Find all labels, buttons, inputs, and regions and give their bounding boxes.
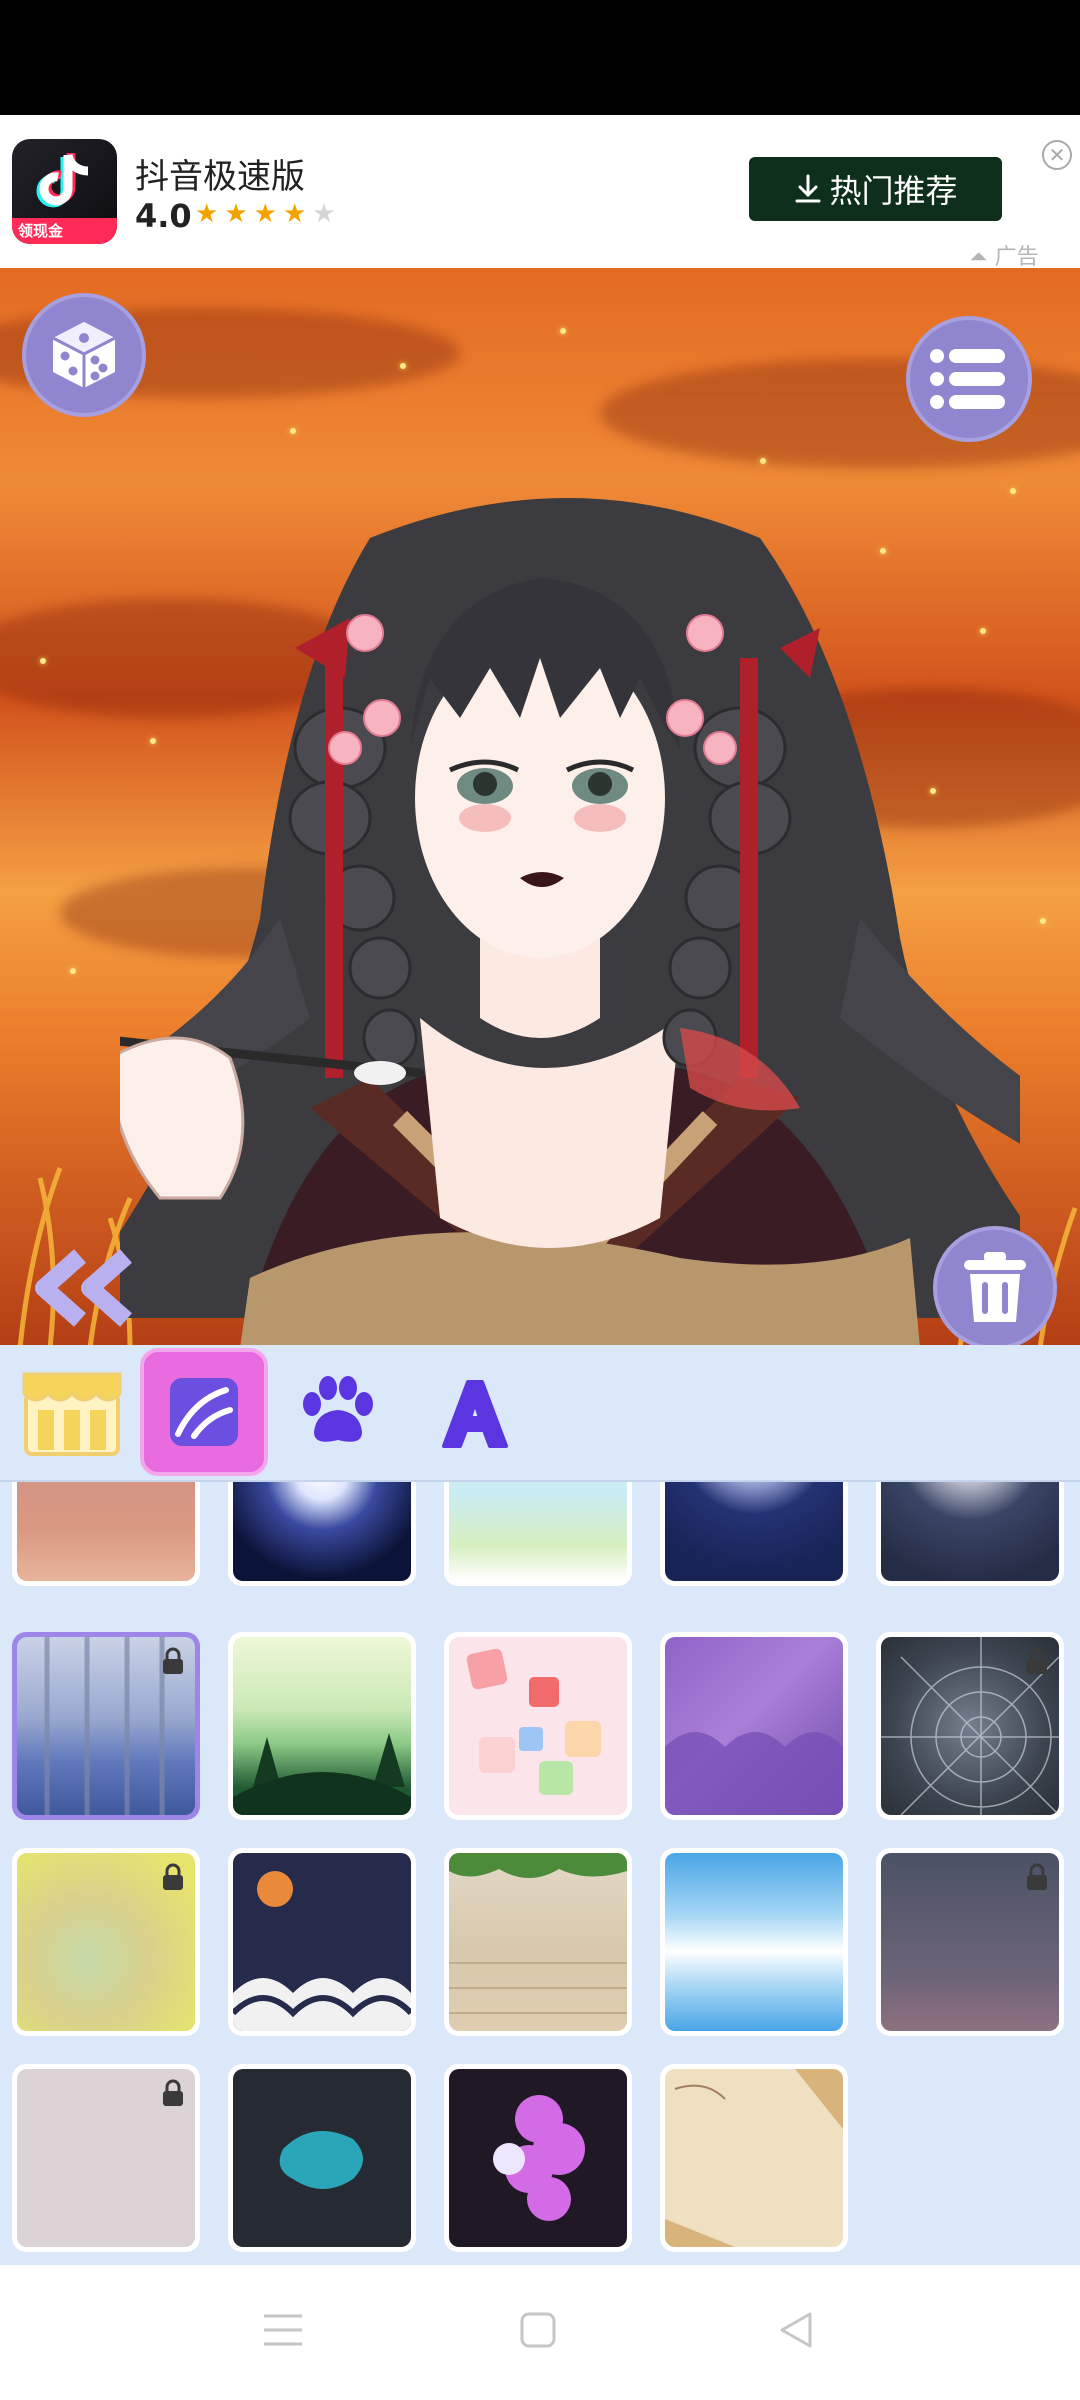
tab-background[interactable] xyxy=(144,1352,264,1472)
background-thumb-soft-pattern[interactable] xyxy=(12,2064,200,2252)
background-thumb-folding-fans[interactable] xyxy=(660,2064,848,2252)
waves-pattern xyxy=(233,1871,411,2031)
cloud-shapes xyxy=(665,1732,843,1815)
status-bar xyxy=(0,0,1080,115)
background-landscape-icon xyxy=(170,1378,238,1446)
background-grid xyxy=(0,1480,1080,2265)
sparkle xyxy=(400,363,406,369)
star-icon: ★ xyxy=(253,199,283,229)
download-icon xyxy=(795,174,821,203)
background-thumb-moon-snow[interactable] xyxy=(876,1482,1064,1586)
background-thumb-starry-dusk[interactable] xyxy=(876,1848,1064,2036)
app-icon-badge: 领现金 xyxy=(18,222,64,240)
background-thumb-full-moon-night[interactable] xyxy=(228,1482,416,1586)
star-icon: ★ xyxy=(224,199,254,229)
pine-trees xyxy=(233,1733,411,1815)
character-preview xyxy=(0,268,1080,1345)
rating-stars: ★★★★★ xyxy=(195,199,342,229)
ad-cta-label: 热门推荐 xyxy=(829,172,958,210)
star-icon: ★ xyxy=(195,199,225,229)
background-thumb-bubble-pink[interactable] xyxy=(444,2064,632,2252)
tab-text[interactable] xyxy=(414,1352,534,1472)
lock-icon xyxy=(1027,1647,1047,1674)
sparkle xyxy=(1040,918,1046,924)
background-thumb-lotus-pond[interactable] xyxy=(444,1482,632,1586)
patch-pattern xyxy=(466,1648,601,1795)
background-thumb-ivy-wall[interactable] xyxy=(444,1848,632,2036)
background-thumb-moon-over-clouds[interactable] xyxy=(660,1482,848,1586)
sparkle xyxy=(40,658,46,664)
lock-icon xyxy=(1027,1863,1047,1890)
tab-shop[interactable] xyxy=(12,1352,132,1472)
star-icon: ★ xyxy=(282,199,313,229)
background-thumb-green-hills[interactable] xyxy=(228,1632,416,1820)
random-dice-button[interactable] xyxy=(22,293,146,417)
letter-a-icon xyxy=(442,1380,508,1448)
splash-shape xyxy=(279,2131,363,2189)
lock-icon xyxy=(163,1863,183,1890)
ivy-leaves xyxy=(449,1853,627,2014)
ad-label: ⏶ 广告 xyxy=(970,245,1039,270)
fans-pattern xyxy=(665,2069,843,2247)
tab-pets[interactable] xyxy=(278,1352,398,1472)
list-icon xyxy=(930,349,1005,409)
lock-icon xyxy=(163,1647,183,1674)
background-thumb-night-waves[interactable] xyxy=(228,1848,416,2036)
star-empty-icon: ★ xyxy=(312,199,342,229)
back-icon[interactable] xyxy=(776,2310,816,2350)
menu-list-button[interactable] xyxy=(906,316,1032,442)
ad-rating-value: 4.0 xyxy=(135,197,192,235)
home-icon[interactable] xyxy=(518,2310,558,2350)
sparkle xyxy=(70,968,76,974)
trash-icon xyxy=(964,1252,1026,1322)
background-thumb-dusk-sky[interactable] xyxy=(12,1482,200,1586)
dice-icon xyxy=(52,322,116,388)
background-thumb-bamboo-grove[interactable] xyxy=(12,1632,200,1820)
menu-icon[interactable] xyxy=(260,2310,306,2350)
category-tabs xyxy=(0,1345,1080,1480)
delete-button[interactable] xyxy=(933,1226,1057,1345)
background-thumb-sky-reflection[interactable] xyxy=(660,1848,848,2036)
ad-banner[interactable]: 领现金 抖音极速版 4.0 ★★★★★ 热门推荐 ✕ ⏶ 广告 xyxy=(0,115,1080,270)
collapse-button[interactable] xyxy=(30,1248,140,1332)
sparkle xyxy=(560,328,566,334)
background-thumb-ink-splash[interactable] xyxy=(228,2064,416,2252)
background-thumb-golden-mist[interactable] xyxy=(12,1848,200,2036)
ad-tag-text: 广告 xyxy=(994,245,1039,270)
lock-icon xyxy=(163,2079,183,2106)
storefront-icon xyxy=(22,1372,122,1456)
app-logo-icon[interactable]: 领现金 xyxy=(12,139,117,244)
bubbles-shape xyxy=(493,2095,585,2221)
tiktok-note-icon xyxy=(36,153,89,208)
double-chevron-left-icon xyxy=(35,1249,132,1327)
ad-app-name[interactable]: 抖音极速版 xyxy=(135,149,305,198)
system-navigation-bar xyxy=(0,2265,1080,2400)
close-ad-icon[interactable]: ✕ xyxy=(1042,140,1072,170)
background-thumb-purple-clouds[interactable] xyxy=(660,1632,848,1820)
character-illustration xyxy=(120,498,1020,1345)
background-thumb-spider-web[interactable] xyxy=(876,1632,1064,1820)
background-thumb-fabric-patches[interactable] xyxy=(444,1632,632,1820)
paw-icon xyxy=(303,1376,373,1442)
ad-install-button[interactable]: 热门推荐 xyxy=(749,157,1002,221)
